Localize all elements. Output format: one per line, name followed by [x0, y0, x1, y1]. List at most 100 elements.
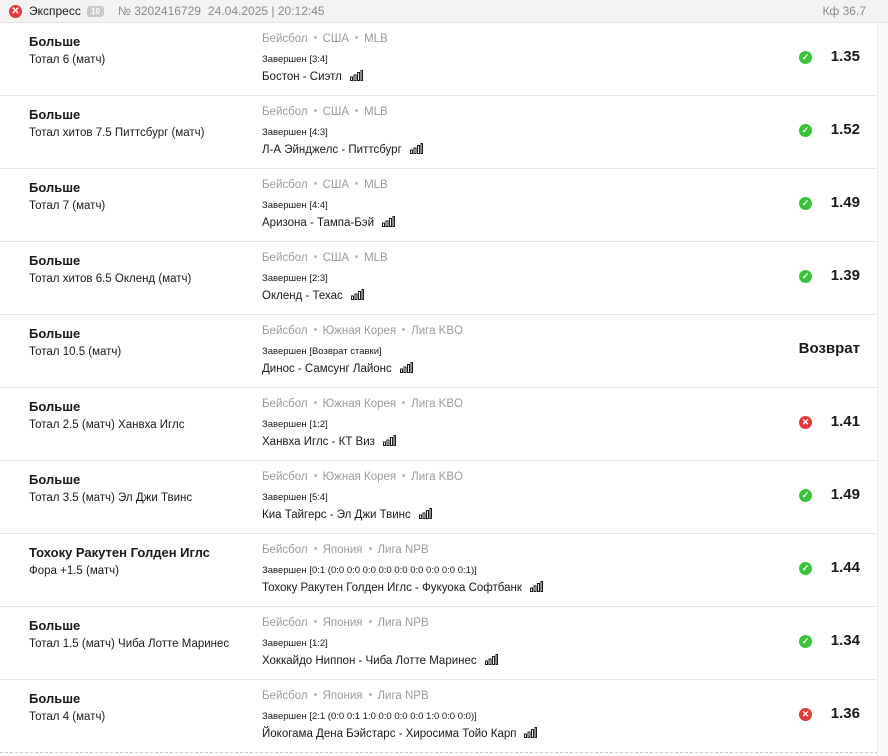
match-teams[interactable]: Ханвха Иглс - КТ Виз — [262, 436, 375, 448]
bet-event-row[interactable]: Больше Тотал 1.5 (матч) Чиба Лотте Марине… — [0, 607, 878, 680]
bet-events-list: Больше Тотал 6 (матч) Бейсбол США MLB Заверше… — [0, 23, 878, 753]
stats-bars-icon[interactable] — [409, 143, 423, 157]
country-name: США — [322, 33, 350, 45]
bet-event-row[interactable]: Больше Тотал хитов 7.5 Питтсбург (матч) Бе… — [0, 96, 878, 169]
sport-name: Бейсбол — [262, 398, 308, 410]
bet-type: Экспресс — [29, 4, 81, 18]
bet-header: ✕ Экспресс 10 № 3202416729 24.04.2025 | … — [0, 0, 888, 23]
sport-breadcrumb: Бейсбол США MLB — [262, 252, 388, 264]
stats-bars-icon[interactable] — [382, 435, 396, 449]
match-teams[interactable]: Киа Тайгерс - Эл Джи Твинс — [262, 509, 411, 521]
bet-event-row[interactable]: Больше Тотал 7 (матч) Бейсбол США MLB Заверше… — [0, 169, 878, 242]
sport-name: Бейсбол — [262, 544, 308, 556]
match-info: Л-А Эйнджелс - Питтсбург — [262, 143, 423, 157]
sport-name: Бейсбол — [262, 325, 308, 337]
country-name: США — [322, 179, 350, 191]
sport-breadcrumb: Бейсбол Южная Корея Лига KBO — [262, 398, 463, 410]
event-odds: 1.35 — [830, 48, 860, 65]
bet-event-row[interactable]: Больше Тотал хитов 6.5 Окленд (матч) Бейсб… — [0, 242, 878, 315]
match-status: Завершен [2:1 (0:0 0:1 1:0 0:0 0:0 0:0 1… — [262, 711, 477, 722]
country-name: США — [322, 106, 350, 118]
match-teams[interactable]: Йокогама Дена Бэйстарс - Хиросима Тойо К… — [262, 728, 516, 740]
market-label: Тотал 4 (матч) — [29, 711, 106, 723]
bet-event-row[interactable]: Больше Тотал 3.5 (матч) Эл Джи Твинс Бейсб… — [0, 461, 878, 534]
sport-name: Бейсбол — [262, 471, 308, 483]
check-icon: ✓ — [799, 562, 812, 575]
stats-bars-icon[interactable] — [349, 70, 363, 84]
bet-event-row[interactable]: Больше Тотал 2.5 (матч) Ханвха Иглс Бейсбо… — [0, 388, 878, 461]
sport-name: Бейсбол — [262, 33, 308, 45]
market-label: Тотал 1.5 (матч) Чиба Лотте Маринес — [29, 638, 230, 650]
sport-breadcrumb: Бейсбол Южная Корея Лига KBO — [262, 471, 463, 483]
match-status: Завершен [3:4] — [262, 54, 328, 65]
league-name: MLB — [364, 106, 388, 118]
event-odds: 1.49 — [830, 194, 860, 211]
sport-name: Бейсбол — [262, 252, 308, 264]
event-odds: 1.36 — [830, 705, 860, 722]
match-status: Завершен [0:1 (0:0 0:0 0:0 0:0 0:0 0:0 0… — [262, 565, 477, 576]
bet-event-row[interactable]: Больше Тотал 6 (матч) Бейсбол США MLB Заверше… — [0, 23, 878, 96]
outcome-label: Больше — [29, 618, 81, 633]
bet-number: № 3202416729 — [118, 4, 201, 18]
stats-bars-icon[interactable] — [399, 362, 413, 376]
scrollbar[interactable] — [877, 23, 888, 756]
sport-breadcrumb: Бейсбол Южная Корея Лига KBO — [262, 325, 463, 337]
bet-datetime: 24.04.2025 | 20:12:45 — [208, 4, 325, 18]
match-teams[interactable]: Бостон - Сиэтл — [262, 71, 342, 83]
separator-dot — [355, 182, 359, 186]
country-name: Южная Корея — [322, 471, 397, 483]
match-info: Ханвха Иглс - КТ Виз — [262, 435, 396, 449]
stats-bars-icon[interactable] — [382, 216, 396, 230]
match-info: Йокогама Дена Бэйстарс - Хиросима Тойо К… — [262, 727, 538, 741]
outcome-label: Больше — [29, 399, 81, 414]
separator-dot — [313, 255, 317, 259]
stats-bars-icon[interactable] — [418, 508, 432, 522]
check-icon: ✓ — [799, 489, 812, 502]
league-name: MLB — [364, 179, 388, 191]
sport-breadcrumb: Бейсбол США MLB — [262, 106, 388, 118]
country-name: Южная Корея — [322, 325, 397, 337]
bet-event-row[interactable]: Больше Тотал 10.5 (матч) Бейсбол Южная Коре… — [0, 315, 878, 388]
league-name: Лига KBO — [411, 325, 463, 337]
cross-icon: ✕ — [799, 708, 812, 721]
sport-breadcrumb: Бейсбол Япония Лига NPB — [262, 690, 429, 702]
match-status: Завершен [1:2] — [262, 419, 328, 430]
check-icon: ✓ — [799, 51, 812, 64]
match-info: Динос - Самсунг Лайонс — [262, 362, 413, 376]
event-odds: 1.49 — [830, 486, 860, 503]
separator-dot — [355, 255, 359, 259]
match-teams[interactable]: Окленд - Техас — [262, 290, 343, 302]
bet-event-row[interactable]: Тохоку Ракутен Голден Иглс Фора +1.5 (мат… — [0, 534, 878, 607]
sport-breadcrumb: Бейсбол США MLB — [262, 179, 388, 191]
event-odds: 1.44 — [830, 559, 860, 576]
league-name: MLB — [364, 33, 388, 45]
match-teams[interactable]: Динос - Самсунг Лайонс — [262, 363, 392, 375]
stats-bars-icon[interactable] — [529, 581, 543, 595]
match-info: Бостон - Сиэтл — [262, 70, 363, 84]
separator-dot — [313, 620, 317, 624]
bet-event-row[interactable]: Больше Тотал 4 (матч) Бейсбол Япония Лига NP… — [0, 680, 878, 753]
match-teams[interactable]: Л-А Эйнджелс - Питтсбург — [262, 144, 402, 156]
close-icon[interactable]: ✕ — [9, 5, 22, 18]
separator-dot — [313, 547, 317, 551]
league-name: Лига KBO — [411, 471, 463, 483]
match-status: Завершен [Возврат ставки] — [262, 346, 382, 357]
match-status: Завершен [5:4] — [262, 492, 328, 503]
market-label: Тотал 6 (матч) — [29, 54, 106, 66]
event-odds: 1.34 — [830, 632, 860, 649]
match-info: Окленд - Техас — [262, 289, 364, 303]
check-icon: ✓ — [799, 124, 812, 137]
match-teams[interactable]: Аризона - Тампа-Бэй — [262, 217, 374, 229]
stats-bars-icon[interactable] — [350, 289, 364, 303]
match-status: Завершен [1:2] — [262, 638, 328, 649]
market-label: Тотал 7 (матч) — [29, 200, 106, 212]
stats-bars-icon[interactable] — [484, 654, 498, 668]
stats-bars-icon[interactable] — [524, 727, 538, 741]
league-name: Лига NPB — [377, 690, 429, 702]
match-info: Тохоку Ракутен Голден Иглс - Фукуока Соф… — [262, 581, 543, 595]
league-name: MLB — [364, 252, 388, 264]
check-icon: ✓ — [799, 270, 812, 283]
match-teams[interactable]: Тохоку Ракутен Голден Иглс - Фукуока Соф… — [262, 582, 522, 594]
separator-dot — [355, 36, 359, 40]
match-teams[interactable]: Хоккайдо Ниппон - Чиба Лотте Маринес — [262, 655, 477, 667]
